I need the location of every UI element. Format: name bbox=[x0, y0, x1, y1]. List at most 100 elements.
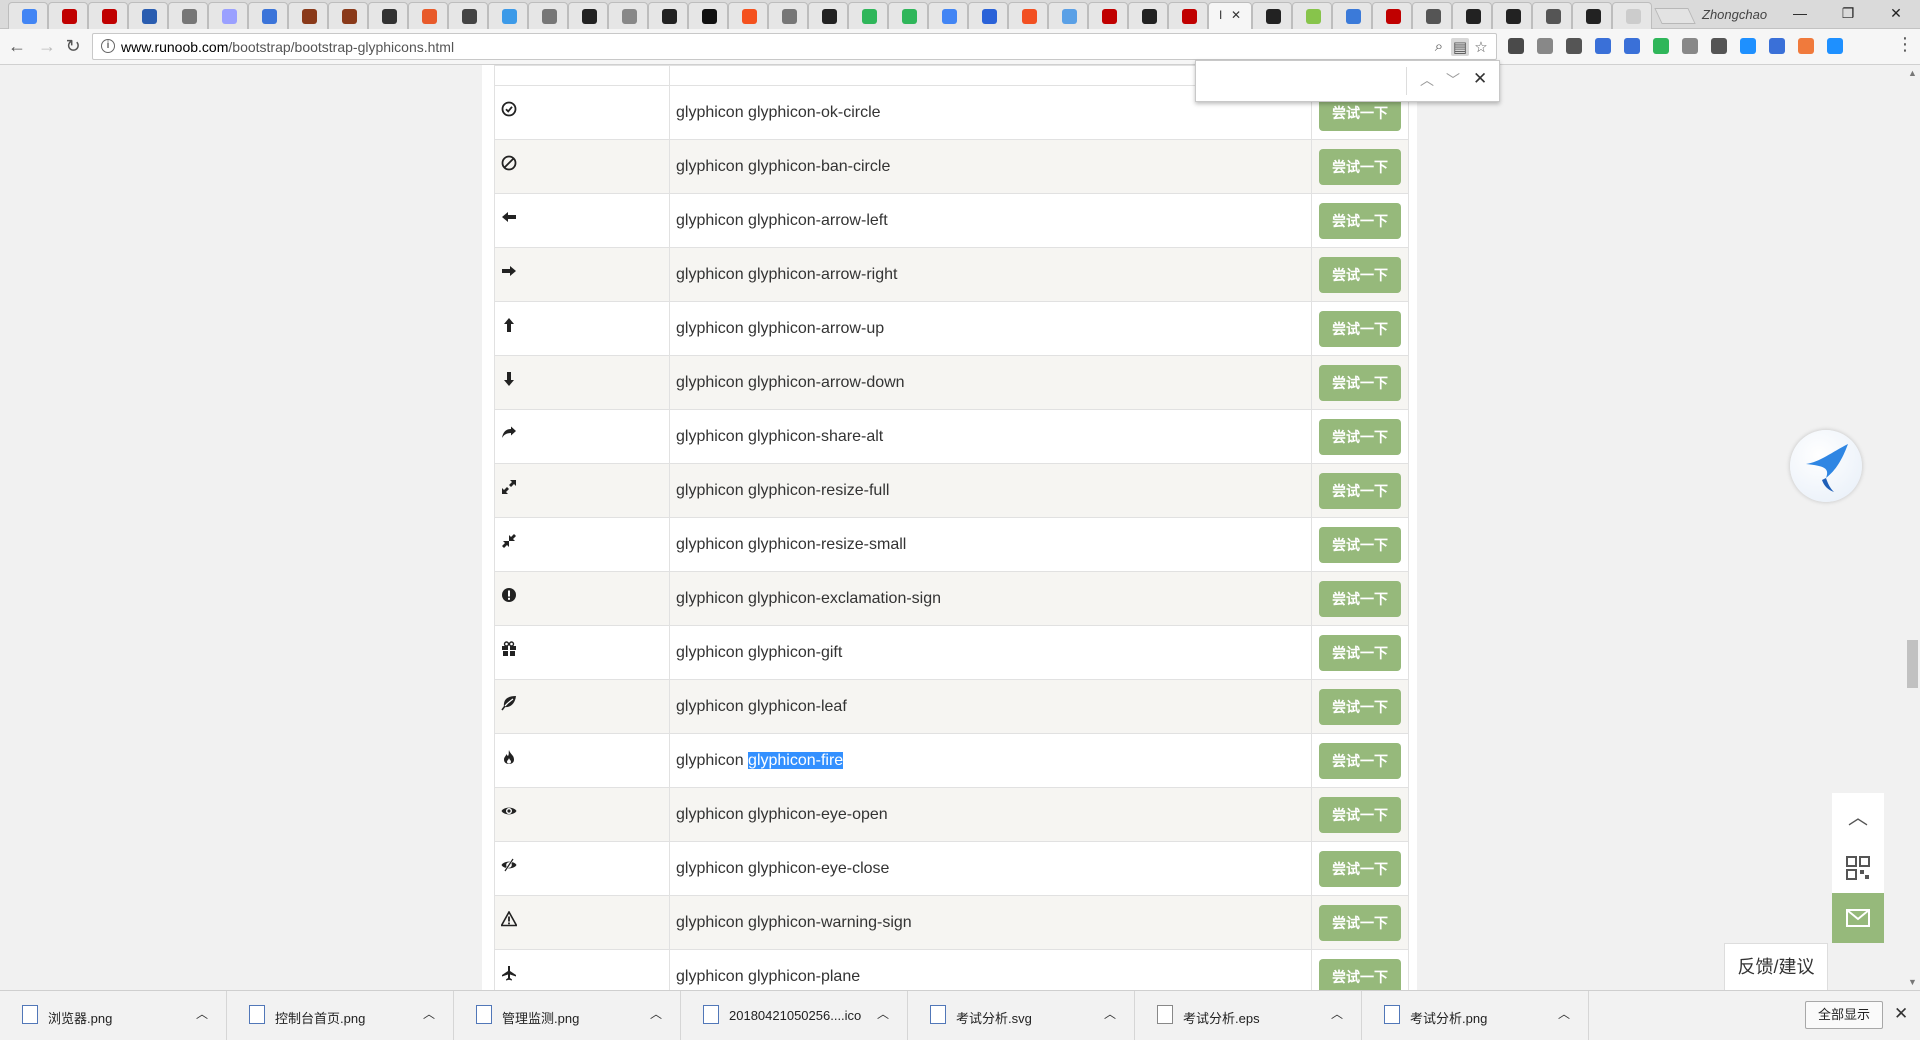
browser-tab[interactable] bbox=[328, 2, 368, 29]
extension-icon[interactable] bbox=[1769, 38, 1785, 54]
extension-icon[interactable] bbox=[1682, 38, 1698, 54]
reload-icon[interactable]: ↻ bbox=[62, 36, 84, 57]
try-button[interactable]: 尝试一下 bbox=[1319, 526, 1401, 563]
new-tab-button[interactable] bbox=[1654, 8, 1696, 24]
browser-tab[interactable] bbox=[1332, 2, 1372, 29]
try-button[interactable]: 尝试一下 bbox=[1319, 904, 1401, 941]
profile-name[interactable]: Zhongchao bbox=[1702, 7, 1767, 22]
try-button[interactable]: 尝试一下 bbox=[1319, 634, 1401, 671]
browser-tab[interactable] bbox=[1292, 2, 1332, 29]
browser-tab[interactable] bbox=[1412, 2, 1452, 29]
bookmark-star-icon[interactable]: ☆ bbox=[1472, 38, 1490, 56]
bird-widget-icon[interactable] bbox=[1790, 430, 1862, 502]
extension-icon[interactable] bbox=[1798, 38, 1814, 54]
extension-icon[interactable] bbox=[1711, 38, 1727, 54]
close-shelf-icon[interactable]: ✕ bbox=[1894, 1004, 1908, 1024]
try-button[interactable]: 尝试一下 bbox=[1319, 742, 1401, 779]
browser-tab[interactable] bbox=[128, 2, 168, 29]
browser-tab[interactable] bbox=[1088, 2, 1128, 29]
qr-code-button[interactable] bbox=[1832, 843, 1884, 893]
browser-tab[interactable] bbox=[1128, 2, 1168, 29]
find-input[interactable] bbox=[1202, 69, 1407, 93]
try-button[interactable]: 尝试一下 bbox=[1319, 958, 1401, 990]
chevron-up-icon[interactable]: ︿ bbox=[1104, 1005, 1116, 1022]
browser-tab[interactable] bbox=[968, 2, 1008, 29]
try-button[interactable]: 尝试一下 bbox=[1319, 580, 1401, 617]
try-button[interactable]: 尝试一下 bbox=[1319, 364, 1401, 401]
browser-tab[interactable] bbox=[688, 2, 728, 29]
scrollbar-thumb[interactable] bbox=[1907, 640, 1918, 688]
extension-icon[interactable] bbox=[1653, 38, 1669, 54]
download-item[interactable]: 浏览器.png ︿ bbox=[0, 991, 227, 1040]
find-page-icon[interactable]: ▤ bbox=[1451, 38, 1469, 56]
chevron-up-icon[interactable]: ︿ bbox=[650, 1005, 662, 1022]
browser-tab[interactable] bbox=[208, 2, 248, 29]
chevron-up-icon[interactable]: ︿ bbox=[423, 1005, 435, 1022]
browser-tab[interactable] bbox=[728, 2, 768, 29]
browser-tab[interactable] bbox=[528, 2, 568, 29]
browser-tab[interactable] bbox=[448, 2, 488, 29]
download-item[interactable]: 考试分析.svg ︿ bbox=[908, 991, 1135, 1040]
download-item[interactable]: 20180421050256....ico ︿ bbox=[681, 991, 908, 1040]
browser-tab[interactable] bbox=[168, 2, 208, 29]
browser-tab[interactable] bbox=[1492, 2, 1532, 29]
browser-tab[interactable] bbox=[888, 2, 928, 29]
try-button[interactable]: 尝试一下 bbox=[1319, 148, 1401, 185]
try-button[interactable]: 尝试一下 bbox=[1319, 418, 1401, 455]
browser-tab[interactable] bbox=[1168, 2, 1208, 29]
browser-tab[interactable] bbox=[248, 2, 288, 29]
back-to-top-button[interactable]: ︿ bbox=[1832, 793, 1884, 843]
close-window-icon[interactable]: ✕ bbox=[1876, 5, 1916, 22]
extension-icon[interactable] bbox=[1537, 38, 1553, 54]
find-prev-icon[interactable]: ︿ bbox=[1416, 70, 1438, 90]
zoom-icon[interactable]: ⌕ bbox=[1430, 38, 1448, 55]
browser-tab[interactable] bbox=[368, 2, 408, 29]
browser-tab[interactable] bbox=[808, 2, 848, 29]
browser-tab[interactable] bbox=[1008, 2, 1048, 29]
extension-icon[interactable] bbox=[1740, 38, 1756, 54]
mail-button[interactable] bbox=[1832, 893, 1884, 943]
browser-tab[interactable] bbox=[648, 2, 688, 29]
address-bar[interactable]: i www.runoob.com/bootstrap/bootstrap-gly… bbox=[92, 33, 1497, 60]
restore-icon[interactable]: ❐ bbox=[1828, 5, 1868, 22]
browser-tab[interactable] bbox=[1372, 2, 1412, 29]
minimize-icon[interactable]: — bbox=[1780, 5, 1820, 21]
info-icon[interactable]: i bbox=[101, 39, 115, 53]
browser-tab[interactable] bbox=[1532, 2, 1572, 29]
browser-tab[interactable] bbox=[48, 2, 88, 29]
browser-tab[interactable] bbox=[928, 2, 968, 29]
browser-tab[interactable] bbox=[288, 2, 328, 29]
scroll-up-icon[interactable]: ▲ bbox=[1908, 68, 1917, 78]
browser-tab[interactable] bbox=[408, 2, 448, 29]
browser-tab[interactable] bbox=[568, 2, 608, 29]
find-close-icon[interactable]: ✕ bbox=[1473, 69, 1487, 89]
browser-tab[interactable] bbox=[608, 2, 648, 29]
browser-tab-active[interactable]: I ✕ bbox=[1208, 2, 1252, 29]
close-tab-icon[interactable]: ✕ bbox=[1231, 8, 1241, 22]
browser-tab[interactable] bbox=[1452, 2, 1492, 29]
feedback-button[interactable]: 反馈/建议 bbox=[1724, 943, 1828, 991]
download-item[interactable]: 管理监测.png ︿ bbox=[454, 991, 681, 1040]
try-button[interactable]: 尝试一下 bbox=[1319, 796, 1401, 833]
download-item[interactable]: 考试分析.png ︿ bbox=[1362, 991, 1589, 1040]
download-item[interactable]: 考试分析.eps ︿ bbox=[1135, 991, 1362, 1040]
chevron-up-icon[interactable]: ︿ bbox=[1558, 1005, 1570, 1022]
browser-tab[interactable] bbox=[768, 2, 808, 29]
try-button[interactable]: 尝试一下 bbox=[1319, 256, 1401, 293]
extension-icon[interactable] bbox=[1566, 38, 1582, 54]
chevron-up-icon[interactable]: ︿ bbox=[196, 1005, 208, 1022]
extension-icon[interactable] bbox=[1595, 38, 1611, 54]
extension-icon[interactable] bbox=[1827, 38, 1843, 54]
browser-tab[interactable] bbox=[1612, 2, 1652, 29]
browser-tab[interactable] bbox=[1572, 2, 1612, 29]
extension-icon[interactable] bbox=[1624, 38, 1640, 54]
vertical-scrollbar[interactable]: ▲ ▼ bbox=[1905, 65, 1920, 990]
show-all-downloads-button[interactable]: 全部显示 bbox=[1805, 1001, 1883, 1029]
forward-icon[interactable]: → bbox=[36, 36, 58, 57]
try-button[interactable]: 尝试一下 bbox=[1319, 850, 1401, 887]
download-item[interactable]: 控制台首页.png ︿ bbox=[227, 991, 454, 1040]
extension-icon[interactable] bbox=[1508, 38, 1524, 54]
try-button[interactable]: 尝试一下 bbox=[1319, 310, 1401, 347]
browser-tab[interactable] bbox=[848, 2, 888, 29]
try-button[interactable]: 尝试一下 bbox=[1319, 688, 1401, 725]
